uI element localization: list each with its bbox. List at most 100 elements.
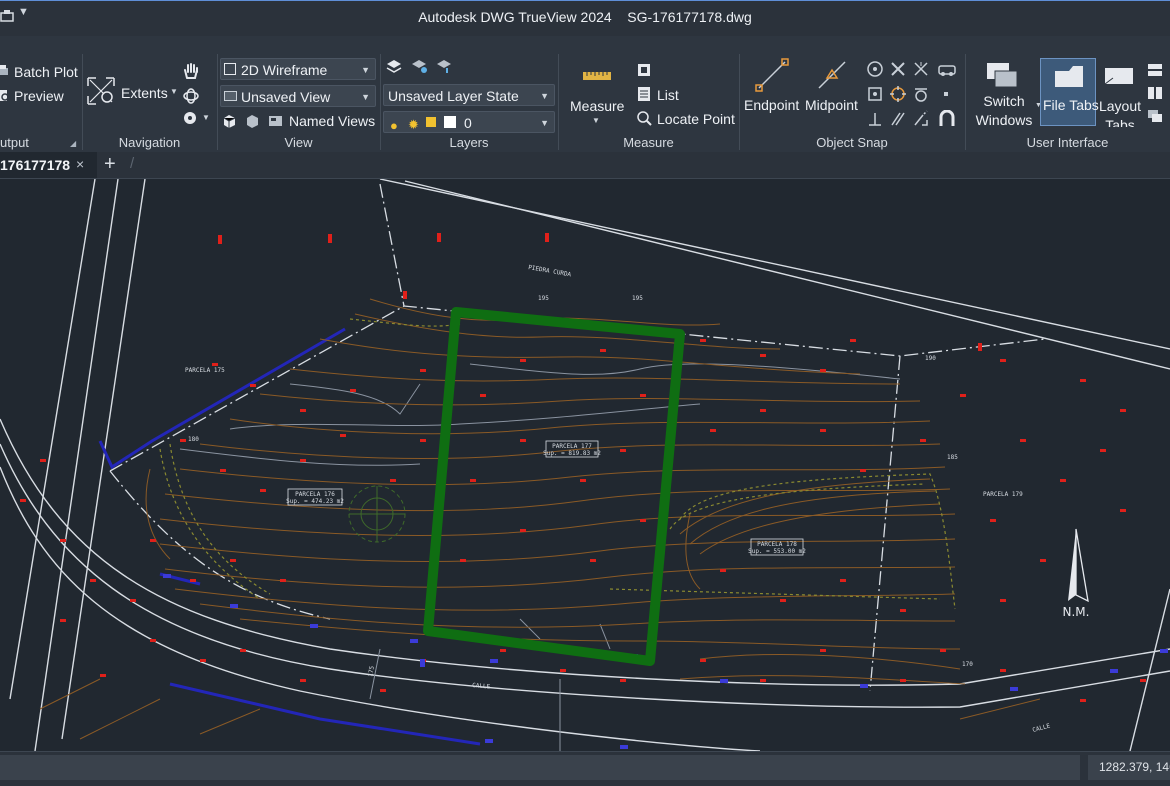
preview-icon[interactable]	[0, 88, 10, 102]
orbit-icon[interactable]	[182, 87, 200, 105]
named-views-button[interactable]: Named Views	[289, 113, 375, 129]
coordinates-display[interactable]: 1282.379, 146	[1088, 755, 1170, 780]
layer-state-dropdown[interactable]: Unsaved Layer State ▼	[383, 84, 555, 106]
blue-utility-lines	[98, 327, 481, 746]
apparent-intersection-icon[interactable]	[912, 60, 930, 78]
layer-match-icon[interactable]	[410, 58, 428, 74]
calle-label-2: CALLE	[1032, 722, 1052, 734]
measure-panel: Measure ▼ List Locate Point Measure	[558, 54, 740, 150]
parallel-snap-icon[interactable]	[889, 110, 907, 128]
contour-lines	[39, 298, 1041, 740]
object-snap-panel: Endpoint Midpoint Object Snap	[739, 54, 966, 150]
midpoint-snap-icon[interactable]	[815, 58, 849, 92]
cascade-icon[interactable]	[1146, 108, 1164, 124]
switch-windows-button[interactable]: Switch Windows	[970, 92, 1038, 130]
north-arrow-label: N.M.	[1063, 605, 1090, 619]
parcela-175-label: PARCELA 175	[185, 367, 225, 374]
user-interface-panel-title[interactable]: User Interface	[965, 135, 1170, 150]
tangent-snap-icon[interactable]	[912, 85, 930, 103]
snap-settings-icon[interactable]	[937, 60, 957, 78]
locate-point-icon[interactable]	[636, 110, 652, 126]
tree-symbol	[348, 485, 406, 543]
batch-plot-icon[interactable]	[0, 64, 10, 78]
layer-dropdown[interactable]: ● ✹ 0 ▼	[383, 111, 555, 133]
dwg-drawing: PARCELA 176 Sup. = 474.23 m2 PARCELA 177…	[0, 179, 1170, 751]
layer-previous-icon[interactable]	[435, 58, 453, 74]
north-arrow: N.M.	[1063, 528, 1090, 619]
elevation-label: 170	[962, 661, 973, 668]
named-view-dropdown[interactable]: Unsaved View ▼	[220, 85, 376, 107]
document-tab[interactable]: 176177178 ×	[0, 152, 97, 178]
status-bar: 1282.379, 146	[0, 751, 1170, 786]
intersection-snap-icon[interactable]	[889, 60, 907, 78]
batch-plot-button[interactable]: Batch Plot	[14, 64, 78, 80]
zoom-extents-icon[interactable]	[86, 76, 116, 106]
current-layer-value: 0	[464, 115, 472, 131]
drawing-canvas[interactable]: PARCELA 176 Sup. = 474.23 m2 PARCELA 177…	[0, 179, 1170, 751]
object-snap-panel-title[interactable]: Object Snap	[739, 135, 965, 150]
extension-snap-icon[interactable]	[912, 110, 930, 128]
locate-point-button[interactable]: Locate Point	[657, 111, 735, 127]
quadrant-snap-icon[interactable]	[889, 85, 907, 103]
view-cube-icon[interactable]	[221, 113, 237, 129]
coordinates-text: 1282.379, 146	[1099, 760, 1170, 774]
close-tab-icon[interactable]: ×	[76, 156, 84, 172]
view-panel-title[interactable]: View	[217, 135, 380, 150]
document-tab-label: 176177178	[0, 157, 71, 173]
new-tab-icon[interactable]: +	[104, 153, 116, 176]
box-icon[interactable]	[244, 113, 260, 129]
measure-dropdown-icon[interactable]: ▼	[592, 116, 600, 125]
title-bar: ▼ Autodesk DWG TrueView 2024 SG-17617717…	[0, 0, 1170, 37]
tile-vertical-icon[interactable]	[1146, 85, 1164, 101]
id-point-icon[interactable]	[636, 62, 652, 78]
object-snap-toggle-icon[interactable]	[937, 110, 957, 128]
list-button[interactable]: List	[657, 87, 679, 103]
center-snap-icon[interactable]	[866, 60, 884, 78]
switch-windows-icon[interactable]	[985, 60, 1019, 90]
command-line-area[interactable]	[0, 755, 1080, 780]
parcel-boundary-lines	[109, 183, 1046, 692]
layer-properties-icon[interactable]	[385, 58, 403, 74]
tile-horizontal-icon[interactable]	[1146, 62, 1164, 78]
dropdown-arrow-icon: ▼	[540, 118, 549, 128]
visual-style-dropdown[interactable]: 2D Wireframe ▼	[220, 58, 376, 80]
extents-dropdown-icon[interactable]: ▼	[170, 87, 178, 96]
preview-button[interactable]: Preview	[14, 88, 64, 104]
layers-panel: Unsaved Layer State ▼ ● ✹ 0 ▼ Layers	[380, 54, 559, 150]
survey-points	[20, 233, 1146, 702]
parcel-label-boxes	[287, 440, 804, 556]
panel-launcher-icon[interactable]: ◢	[70, 139, 76, 148]
midpoint-button[interactable]: Midpoint	[805, 97, 858, 113]
parcela-179-label: PARCELA 179	[983, 491, 1023, 498]
lightbulb-icon: ●	[390, 118, 398, 133]
named-views-icon[interactable]	[268, 113, 284, 129]
file-tabs-bar: 176177178 × + /	[0, 152, 1170, 179]
file-tabs-button[interactable]: File Tabs	[1040, 58, 1099, 126]
measure-button[interactable]: Measure	[570, 98, 624, 114]
endpoint-snap-icon[interactable]	[755, 58, 789, 92]
list-icon[interactable]	[636, 86, 652, 102]
node-snap-icon[interactable]	[866, 85, 884, 103]
perpendicular-snap-icon[interactable]	[866, 110, 884, 128]
elevation-label: 180	[188, 436, 199, 443]
layer-state-value: Unsaved Layer State	[388, 88, 519, 104]
extents-button[interactable]: Extents	[121, 85, 168, 101]
sun-icon: ✹	[408, 117, 419, 132]
nearest-snap-icon[interactable]	[937, 85, 955, 103]
layers-panel-title[interactable]: Layers	[380, 135, 558, 150]
parcela-176-area: Sup. = 474.23 m2	[286, 498, 344, 505]
layout-tabs-button[interactable]: Layout Tabs	[1097, 97, 1143, 127]
nav-dropdown-icon[interactable]: ▼	[202, 113, 210, 122]
measure-ruler-icon[interactable]	[582, 66, 612, 84]
road-edge-lines	[0, 179, 1170, 751]
navigation-panel-title[interactable]: Navigation	[82, 135, 217, 150]
pan-hand-icon[interactable]	[182, 62, 200, 80]
parcela-177-label: PARCELA 177	[552, 443, 592, 450]
elevation-label: 195	[632, 295, 643, 302]
steering-wheel-icon[interactable]	[182, 110, 198, 126]
dropdown-arrow-icon: ▼	[361, 92, 370, 102]
measure-panel-title[interactable]: Measure	[558, 135, 739, 150]
layout-tabs-icon[interactable]	[1103, 64, 1137, 88]
dashed-olive-lines	[159, 318, 956, 610]
endpoint-button[interactable]: Endpoint	[744, 97, 799, 113]
